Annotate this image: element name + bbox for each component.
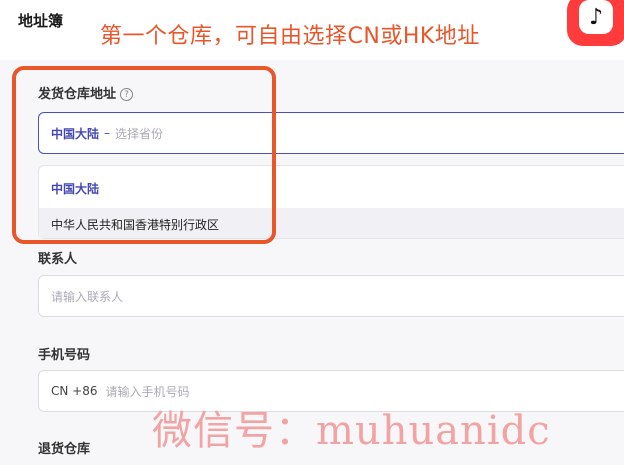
annotation-banner: 第一个仓库，可自由选择CN或HK地址 <box>100 24 480 49</box>
contact-label: 联系人 <box>38 252 78 267</box>
phone-placeholder: 请输入手机号码 <box>105 384 190 399</box>
highlight-box <box>12 66 276 244</box>
watermark: 微信号：muhuanidc <box>152 408 551 454</box>
contact-placeholder: 请输入联系人 <box>51 289 124 304</box>
contact-input[interactable]: 请输入联系人 <box>38 275 624 317</box>
tiktok-icon: ♪ <box>579 0 613 34</box>
country-code[interactable]: CN +86 <box>51 384 98 398</box>
page-title: 地址簿 <box>18 12 64 30</box>
tiktok-logo: ♪ <box>567 0 624 46</box>
return-warehouse-label: 退货仓库 <box>38 442 91 457</box>
phone-label: 手机号码 <box>38 348 91 363</box>
